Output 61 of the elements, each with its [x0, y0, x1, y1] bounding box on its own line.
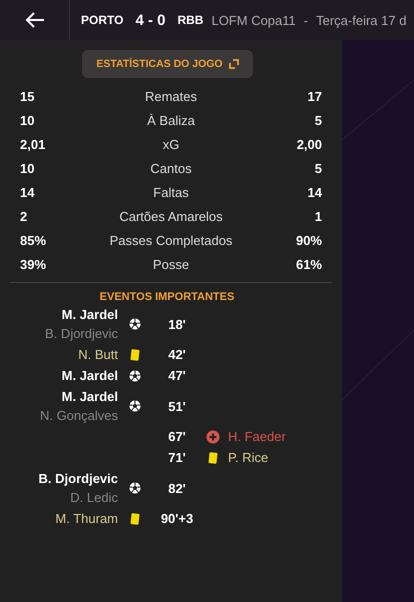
event-minute: 82'	[168, 480, 186, 496]
player-name: M. Jardel	[62, 389, 118, 404]
stat-label: xG	[162, 136, 180, 152]
event-minute: 51'	[168, 398, 186, 414]
card-icon	[208, 452, 218, 464]
score: 4 - 0	[135, 12, 166, 28]
stat-value: 15	[20, 88, 36, 104]
stat-value: 1	[314, 208, 322, 224]
event-minute: 67'	[168, 429, 186, 444]
assist-name: D. Ledic	[70, 490, 118, 505]
stat-value: 2,00	[296, 136, 322, 152]
event-minute: 47'	[168, 368, 186, 383]
team-name: RBB	[177, 13, 204, 27]
stat-value: 14	[20, 184, 36, 200]
expand-icon	[228, 59, 239, 69]
ball-icon	[129, 400, 141, 412]
player-name: M. Thuram	[55, 511, 118, 526]
player-name: N. Butt	[78, 347, 118, 362]
stat-value: 14	[308, 184, 322, 200]
stat-value: 2,01	[20, 136, 46, 152]
ball-icon	[129, 318, 141, 330]
stat-value: 61%	[296, 256, 322, 272]
event-minute: 71'	[168, 450, 186, 465]
separator: -	[304, 12, 308, 28]
ball-icon	[129, 370, 141, 382]
player-name: P. Rice	[228, 450, 268, 465]
stat-label: Remates	[144, 88, 198, 104]
stat-value: 90%	[296, 232, 322, 248]
event-minute: 90'+3	[160, 511, 194, 526]
stat-label: À Baliza	[147, 112, 195, 128]
stat-value: 5	[314, 112, 322, 128]
player-name: B. Djordjevic	[38, 471, 118, 486]
events-heading: EVENTOS IMPORTANTES	[100, 291, 234, 303]
stat-value: 39%	[20, 256, 48, 272]
player-name: M. Jardel	[62, 368, 118, 383]
team-name: PORTO	[81, 13, 124, 27]
stat-label: Cartões Amarelos	[119, 208, 223, 224]
assist-name: B. Djordjevic	[45, 326, 118, 341]
stat-label: Posse	[152, 256, 190, 272]
event-minute: 18'	[168, 316, 186, 332]
assist-name: N. Gonçalves	[40, 408, 118, 423]
card-icon	[130, 512, 140, 524]
player-name: H. Faeder	[228, 429, 286, 444]
stat-value: 10	[20, 160, 36, 176]
card-icon	[130, 348, 140, 360]
stat-label: Passes Completados	[110, 232, 232, 248]
stat-value: 10	[20, 112, 36, 128]
stat-value: 5	[314, 160, 322, 176]
stat-label: Faltas	[153, 184, 189, 200]
ball-icon	[129, 482, 141, 494]
match-date: Terça-feira 17 d	[316, 12, 406, 28]
stat-value: 17	[308, 88, 322, 104]
stat-label: Cantos	[150, 160, 192, 176]
back-arrow-icon	[24, 12, 44, 28]
event-minute: 42'	[168, 347, 186, 362]
competition-name: LOFM Copa11	[211, 12, 296, 28]
match-stats-button[interactable]: ESTATÍSTICAS DO JOGO	[82, 50, 253, 78]
stat-value: 85%	[20, 232, 48, 248]
player-name: M. Jardel	[62, 307, 118, 322]
injury-icon	[206, 430, 220, 444]
stat-value: 2	[20, 208, 28, 224]
